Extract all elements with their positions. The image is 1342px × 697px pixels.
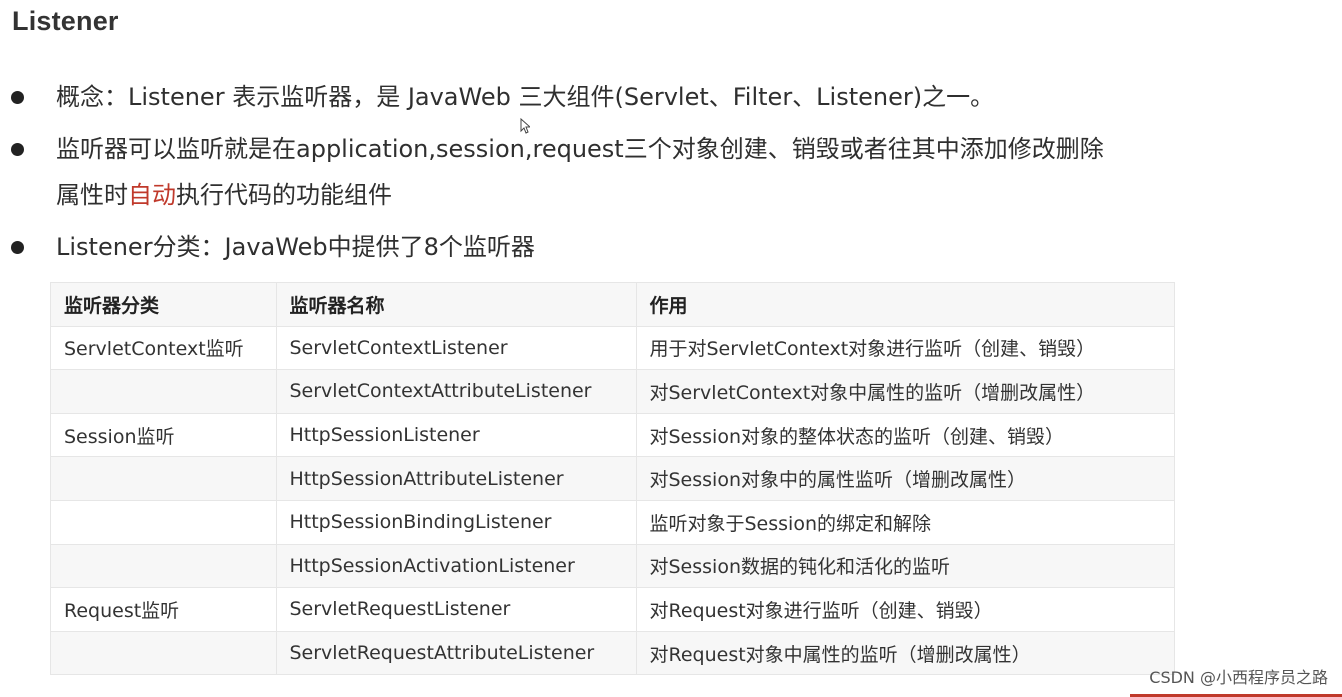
- table-cell-category: Request监听: [51, 587, 277, 632]
- table-row: HttpSessionBindingListener 监听对象于Session的…: [51, 500, 1174, 545]
- table-cell-name: ServletRequestAttributeListener: [276, 631, 637, 675]
- table-cell-category: Session监听: [51, 413, 277, 458]
- table-row: ServletContext监听 ServletContextListener …: [51, 326, 1174, 371]
- table-header-row: 监听器分类 监听器名称 作用: [51, 283, 1174, 327]
- table-cell-category: ServletContext监听: [51, 326, 277, 371]
- highlight-text: 自动: [128, 181, 176, 209]
- page-title: Listener: [12, 6, 119, 36]
- bullet-text-line2-after: 执行代码的功能组件: [176, 181, 392, 209]
- table-row: Request监听 ServletRequestListener 对Reques…: [51, 587, 1174, 632]
- table-cell-purpose: 对Request对象进行监听（创建、销毁）: [636, 587, 1174, 632]
- bullet-item-description: 监听器可以监听就是在application,session,request三个对…: [0, 126, 1200, 218]
- table-cell-purpose: 监听对象于Session的绑定和解除: [636, 500, 1174, 545]
- bullet-item-concept: 概念：Listener 表示监听器，是 JavaWeb 三大组件(Servlet…: [0, 74, 1200, 120]
- table-cell-category: [51, 500, 277, 545]
- column-header-name: 监听器名称: [276, 283, 637, 327]
- column-header-purpose: 作用: [636, 283, 1174, 327]
- table-cell-purpose: 对ServletContext对象中属性的监听（增删改属性）: [636, 369, 1174, 414]
- table-cell-category: [51, 544, 277, 589]
- bullet-text: 概念：Listener 表示监听器，是 JavaWeb 三大组件(Servlet…: [56, 83, 995, 111]
- bullet-dot-icon: [11, 143, 24, 156]
- table-cell-purpose: 对Session对象中的属性监听（增删改属性）: [636, 456, 1174, 501]
- listener-table: 监听器分类 监听器名称 作用 ServletContext监听 ServletC…: [50, 282, 1175, 676]
- table-cell-purpose: 用于对ServletContext对象进行监听（创建、销毁）: [636, 326, 1174, 371]
- table-cell-name: HttpSessionAttributeListener: [276, 456, 637, 501]
- bullet-text-line1: 监听器可以监听就是在application,session,request三个对…: [56, 135, 1104, 163]
- table-row: ServletRequestAttributeListener 对Request…: [51, 631, 1174, 675]
- bullet-dot-icon: [11, 241, 24, 254]
- table-cell-name: HttpSessionListener: [276, 413, 637, 458]
- mouse-cursor-icon: [520, 118, 530, 134]
- table-cell-name: ServletContextListener: [276, 326, 637, 371]
- bullet-text-line2-before: 属性时: [56, 181, 128, 209]
- table-cell-name: HttpSessionBindingListener: [276, 500, 637, 545]
- bullet-dot-icon: [11, 91, 24, 104]
- table-cell-category: [51, 631, 277, 675]
- bullet-item-classification: Listener分类：JavaWeb中提供了8个监听器: [0, 224, 1200, 270]
- table-row: Session监听 HttpSessionListener 对Session对象…: [51, 413, 1174, 458]
- table-row: HttpSessionAttributeListener 对Session对象中…: [51, 456, 1174, 501]
- table-cell-purpose: 对Request对象中属性的监听（增删改属性）: [649, 643, 1031, 666]
- table-cell-category: [51, 369, 277, 414]
- column-header-category: 监听器分类: [51, 283, 277, 327]
- table-row: ServletContextAttributeListener 对Servlet…: [51, 369, 1174, 414]
- table-cell-name: HttpSessionActivationListener: [276, 544, 637, 589]
- table-cell-name: ServletContextAttributeListener: [276, 369, 637, 414]
- watermark: CSDN @小西程序员之路: [1149, 668, 1328, 687]
- table-cell-category: [51, 456, 277, 501]
- table-row: HttpSessionActivationListener 对Session数据…: [51, 544, 1174, 589]
- bullet-text: Listener分类：JavaWeb中提供了8个监听器: [56, 233, 535, 261]
- table-cell-purpose: 对Session数据的钝化和活化的监听: [636, 544, 1174, 589]
- bullet-text-line2: 属性时自动执行代码的功能组件: [56, 172, 392, 218]
- table-cell-name: ServletRequestListener: [276, 587, 637, 632]
- table-cell-purpose: 对Session对象的整体状态的监听（创建、销毁）: [636, 413, 1174, 458]
